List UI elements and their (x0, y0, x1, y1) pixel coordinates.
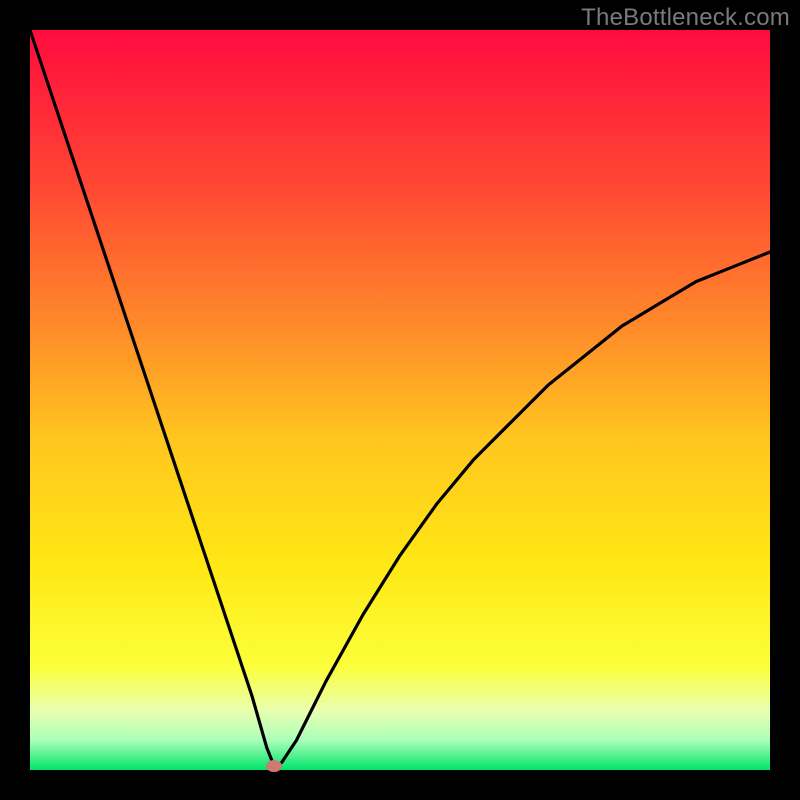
optimal-marker-dot (266, 760, 282, 772)
watermark-label: TheBottleneck.com (581, 4, 790, 32)
bottleneck-curve (30, 30, 770, 770)
chart-area (30, 30, 770, 770)
